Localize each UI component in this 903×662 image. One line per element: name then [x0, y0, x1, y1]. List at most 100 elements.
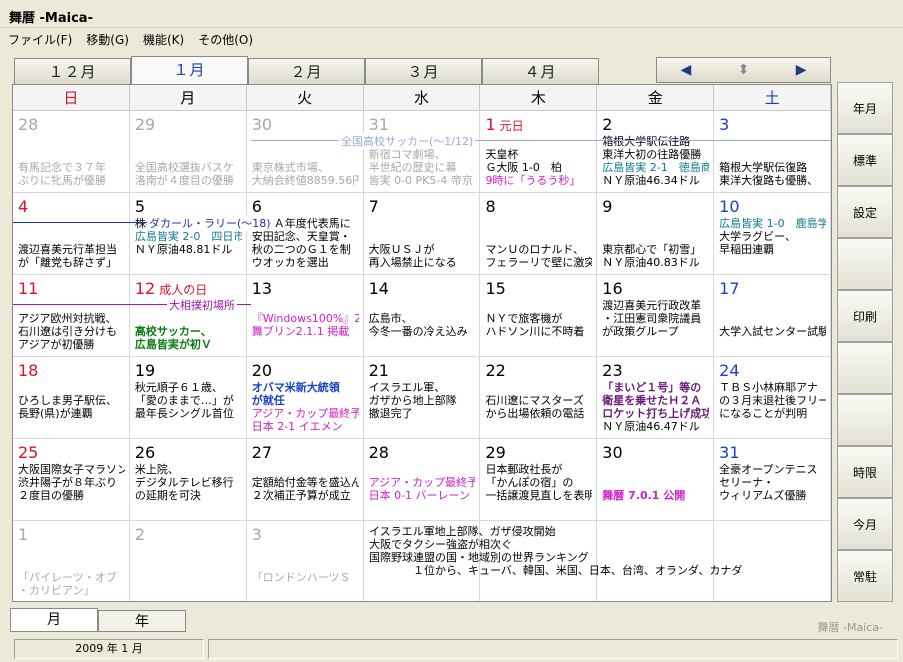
- side-button-empty: [837, 238, 893, 290]
- event-text: 有馬記念で３７年: [18, 161, 106, 174]
- event-text: ２度目の優勝: [18, 489, 84, 502]
- day-cell[interactable]: 23 「まいど１号」等の 衛星を乗せたＨ２Ａ ロケット打ち上げ成功 ＮＹ原油46.47ド…: [597, 357, 715, 438]
- tab-month-prev[interactable]: １２月: [14, 58, 131, 84]
- tab-month-next-3[interactable]: ４月: [482, 58, 599, 84]
- note-line: イスラエル軍地上部隊、ガザ侵攻開始: [369, 525, 556, 538]
- menu-function[interactable]: 機能(K): [143, 31, 184, 48]
- tab-month-next-2[interactable]: ３月: [365, 58, 482, 84]
- event-text: [18, 217, 125, 230]
- event-text: 大学ラグビー、: [719, 230, 797, 243]
- day-cell[interactable]: 18 ひろしま男子駅伝、 長野(県)が連覇: [13, 357, 130, 438]
- day-cell[interactable]: 20 オバマ米新大統領 が就任 アジア・カップ最終予 日本 2-1 イエメン: [247, 357, 364, 438]
- weekday-label: 日: [13, 85, 130, 110]
- view-tabs: 月 年: [10, 608, 186, 632]
- event-text: 再入場禁止になる: [368, 256, 457, 269]
- day-number: 25: [18, 443, 125, 463]
- day-cell[interactable]: 24 ＴＢＳ小林麻耶アナ の３月末退社後フリー になることが判明: [714, 357, 832, 438]
- updown-arrow-icon[interactable]: ⬍: [728, 62, 758, 78]
- day-cell[interactable]: 8 マンＵのロナルド、 フェラーリで壁に激突: [480, 193, 598, 274]
- day-cell[interactable]: 2 箱根大学駅伝往路 東洋大初の往路優勝 広島皆実 2-1 徳島商 ＮＹ原油46.34ド…: [597, 111, 715, 192]
- day-number: 8: [485, 197, 592, 217]
- day-cell[interactable]: 21 イスラエル軍、 ガザから地上部隊 撤退完了: [364, 357, 481, 438]
- day-cell[interactable]: 3 「ロンドンハーツＳ: [247, 521, 364, 601]
- side-button[interactable]: 印刷: [837, 290, 893, 342]
- weekday-label: 金: [597, 85, 715, 110]
- tab-year-view[interactable]: 年: [98, 610, 186, 632]
- day-cell[interactable]: 30 舞暦 7.0.1 公開: [597, 439, 715, 520]
- day-cell[interactable]: 17 大学入試センター試験: [714, 275, 832, 356]
- weekday-label: 水: [364, 85, 481, 110]
- day-cell[interactable]: 7 大阪ＵＳＪが 再入場禁止になる: [364, 193, 481, 274]
- menu-move[interactable]: 移動(G): [86, 31, 129, 48]
- weekday-label: 木: [480, 85, 598, 110]
- day-cell[interactable]: 4 渡辺喜美元行革担当 が「離党も辞さず」: [13, 193, 130, 274]
- day-number-text: 23: [602, 361, 623, 380]
- event-text: [18, 230, 125, 243]
- day-cell[interactable]: 31 全豪オープンテニス セリーナ・ ウィリアムズ優勝: [714, 439, 832, 520]
- day-number: 13: [252, 279, 359, 299]
- day-number: 29: [485, 443, 592, 463]
- day-cell[interactable]: 15 ＮＹで旅客機が ハドソン川に不時着: [480, 275, 598, 356]
- event-text: [602, 230, 709, 243]
- event-text: 安田記念、天皇賞・: [251, 230, 351, 243]
- tab-month-view[interactable]: 月: [10, 608, 98, 632]
- day-cell[interactable]: 31 新宿コマ劇場、 半世紀の歴史に幕 皆実 0-0 PK5-4 帝京: [364, 111, 481, 192]
- brand-label: 舞暦 -Maica-: [817, 621, 883, 634]
- side-button[interactable]: 常駐: [837, 550, 893, 602]
- prev-arrow-icon[interactable]: ◀: [671, 62, 701, 78]
- day-cell[interactable]: 1 「パイレーツ・オブ ・カリビアン」: [13, 521, 130, 601]
- tab-month-next-1[interactable]: ２月: [248, 58, 365, 84]
- side-button[interactable]: 今月: [837, 498, 893, 550]
- day-cell[interactable]: 29 日本郵政社長が 「かんぽの宿」の 一括譲渡見直しを表明: [480, 439, 598, 520]
- day-cell[interactable]: 16 渡辺喜美元行政改革 ・江田憲司衆院議員 が政策グループ: [597, 275, 715, 356]
- day-cell[interactable]: 3 箱根大学駅伝復路 東洋大復路も優勝、: [714, 111, 832, 192]
- day-cell[interactable]: 1 元日 天皇杯 Ｇ大阪 1-0 柏 9時に「うるう秒」: [480, 111, 598, 192]
- day-cell[interactable]: 11 アジア欧州対抗戦、 石川遼は引き分けも アジアが初優勝: [13, 275, 130, 356]
- day-cell[interactable]: 6 ＪＲＡ年度代表馬に 安田記念、天皇賞・ 秋の二つのＧ１を制 ウオッカを選出: [247, 193, 364, 274]
- day-cell[interactable]: 30 東京株式市場、 大納会終値8859.56円: [247, 111, 364, 192]
- event-text: [485, 217, 592, 230]
- tab-month-current[interactable]: １月: [131, 56, 248, 84]
- day-cell[interactable]: 14 広島市、 今冬一番の冷え込み: [364, 275, 481, 356]
- menu-other[interactable]: その他(O): [198, 31, 253, 48]
- day-cell[interactable]: 28 有馬記念で３７年 ぶりに牝馬が優勝: [13, 111, 130, 192]
- event-text: [369, 299, 476, 312]
- event-text: オバマ米新大統領: [251, 381, 340, 394]
- event-text: [719, 135, 826, 148]
- event-text: 石川遼は引き分けも: [18, 325, 117, 338]
- note-line: １位から、キューバ、韓国、米国、日本、台湾、オランダ、カナダ: [369, 564, 743, 577]
- day-cell[interactable]: 19 秋元順子６１歳、 「愛のままで…」が 最年長シングル首位: [130, 357, 247, 438]
- day-cell[interactable]: 5株券電子化が始動広島皆実 2-0 四日市ＮＹ原油48.81ドル: [130, 193, 247, 274]
- day-cell[interactable]: 10広島皆実 1-0 鹿島学園大学ラグビー、早稲田連覇: [714, 193, 832, 274]
- day-cell[interactable]: 9 東京都心で「初雪」 ＮＹ原油40.83ドル: [597, 193, 715, 274]
- event-text: 大学入試センター試験: [719, 325, 827, 338]
- day-number-text: 2: [134, 525, 146, 544]
- day-cell[interactable]: 13 『Windows100%』2月号舞ブリン2.1.1 掲載: [247, 275, 364, 356]
- day-cell[interactable]: 29 全国高校選抜バスケ 洛南が４度目の優勝: [130, 111, 247, 192]
- week-row: 1 「パイレーツ・オブ ・カリビアン」 2 3 「ロンドンハーツＳ イスラエル軍地上部隊、ガ…: [13, 521, 832, 601]
- next-arrow-icon[interactable]: ▶: [786, 62, 816, 78]
- day-cell[interactable]: 22 石川遼にマスターズ から出場依頼の電話: [480, 357, 598, 438]
- event-text: ＮＹ原油40.83ドル: [602, 256, 700, 269]
- day-number-text: 12: [134, 279, 156, 298]
- event-text: ＮＹ原油46.47ドル: [602, 420, 700, 433]
- side-button[interactable]: 時限: [837, 446, 893, 498]
- event-text: 「かんぽの宿」の: [485, 476, 574, 489]
- day-cell[interactable]: 25 大阪国際女子マラソン 渋井陽子が８年ぶり ２度目の優勝: [13, 439, 130, 520]
- side-button[interactable]: 標準: [837, 134, 893, 186]
- event-text: ロケット打ち上げ成功: [602, 407, 710, 420]
- side-button[interactable]: 年月: [837, 82, 893, 134]
- event-text: [485, 135, 592, 148]
- day-cell[interactable]: 12 成人の日 高校サッカー、 広島皆実が初Ｖ: [130, 275, 247, 356]
- holiday-label: 元日: [499, 119, 524, 133]
- side-button[interactable]: 設定: [837, 186, 893, 238]
- day-cell[interactable]: 26 米上院、 デジタルテレビ移行 の延期を可決: [130, 439, 247, 520]
- day-cell[interactable]: 2: [130, 521, 247, 601]
- day-cell[interactable]: 28 アジア・カップ最終予 日本 0-1 バーレーン: [364, 439, 481, 520]
- day-cell[interactable]: 27 定額給付金等を盛込んだ２次補正予算が成立: [247, 439, 364, 520]
- day-number-text: 29: [134, 115, 156, 134]
- event-text: 高校サッカー、: [134, 325, 212, 338]
- menu-file[interactable]: ファイル(F): [8, 31, 72, 48]
- event-text: [719, 299, 826, 312]
- event-text: 大阪ＵＳＪが: [368, 243, 435, 256]
